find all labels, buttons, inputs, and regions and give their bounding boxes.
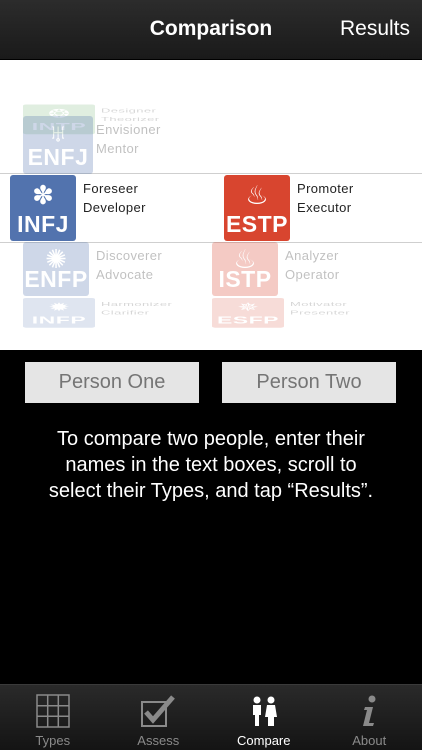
tab-assess[interactable]: Assess (106, 685, 212, 750)
type-code: INFP (31, 314, 87, 326)
type-code: ENFJ (27, 144, 89, 170)
type-badge: ♨ ISTP (212, 242, 278, 296)
type-badge: ✵ ESFP (212, 298, 284, 328)
type-badge: ✹ INFP (23, 298, 95, 328)
type-role: Designer (101, 107, 157, 114)
type-code: ENFP (24, 266, 88, 292)
type-subrole: Mentor (96, 141, 139, 156)
picker-row-istp[interactable]: ♨ ISTP Analyzer Operator (212, 242, 412, 302)
type-code: ESTP (225, 211, 289, 237)
tab-bar: Types Assess Compare About (0, 684, 422, 750)
type-role: Analyzer (285, 248, 339, 263)
person-two-input[interactable] (222, 362, 396, 403)
info-icon (317, 693, 422, 729)
tab-label: Assess (137, 733, 180, 748)
tab-about[interactable]: About (317, 685, 422, 750)
type-role: Discoverer (96, 248, 163, 263)
picker-row-infj-selected[interactable]: ✽ INFJ Foreseer Developer (10, 175, 220, 241)
type-symbol-icon: ✹ (48, 300, 70, 314)
type-subrole: Operator (285, 267, 340, 282)
instructions-text: To compare two people, enter their names… (48, 428, 374, 502)
results-button[interactable]: Results (340, 17, 410, 41)
type-role: Motivator (290, 300, 348, 308)
type-subrole: Advocate (96, 267, 154, 282)
type-badge: ✺ ENFP (23, 242, 89, 296)
tab-label: Compare (237, 733, 291, 748)
type-badge: ✽ INFJ (10, 175, 76, 241)
type-role: Harmonizer (101, 300, 173, 308)
type-role: Foreseer (83, 181, 139, 196)
type-badge: ♅ ENFJ (23, 116, 93, 174)
picker-row-esfp[interactable]: ✵ ESFP Motivator Presenter (212, 298, 412, 328)
tab-compare[interactable]: Compare (211, 685, 317, 750)
type-subrole: Developer (83, 200, 146, 215)
type-subrole: Clarifier (101, 309, 150, 316)
type-symbol-icon: ♅ (48, 118, 68, 148)
picker-row-enfj[interactable]: ♅ ENFJ Envisioner Mentor (23, 116, 223, 176)
navigation-bar: Comparison Results (0, 0, 422, 60)
grid-icon (0, 693, 106, 729)
type-subrole: Presenter (290, 309, 350, 316)
type-symbol-icon: ✵ (237, 300, 259, 314)
picker-row-enfp[interactable]: ✺ ENFP Discoverer Advocate (23, 242, 223, 302)
tab-label: Types (35, 733, 71, 748)
type-badge: ♨ ESTP (224, 175, 290, 241)
picker-row-estp-selected[interactable]: ♨ ESTP Promoter Executor (224, 175, 422, 241)
type-code: ISTP (218, 266, 272, 292)
picker-row-infp[interactable]: ✹ INFP Harmonizer Clarifier (23, 298, 223, 328)
tab-label: About (352, 733, 387, 748)
type-code: ESFP (216, 314, 280, 326)
flower-icon: ✽ (32, 180, 54, 210)
people-icon (211, 693, 317, 729)
checkbox-icon (106, 693, 212, 729)
flame-icon: ♨ (245, 180, 269, 210)
type-picker[interactable]: ❂ INTP Designer Theorizer ♅ ENFJ Envisio… (0, 60, 422, 350)
type-subrole: Executor (297, 200, 352, 215)
type-role: Promoter (297, 181, 354, 196)
type-code: INFJ (17, 211, 69, 237)
tab-types[interactable]: Types (0, 685, 106, 750)
person-one-input[interactable] (25, 362, 199, 403)
type-role: Envisioner (96, 122, 161, 137)
